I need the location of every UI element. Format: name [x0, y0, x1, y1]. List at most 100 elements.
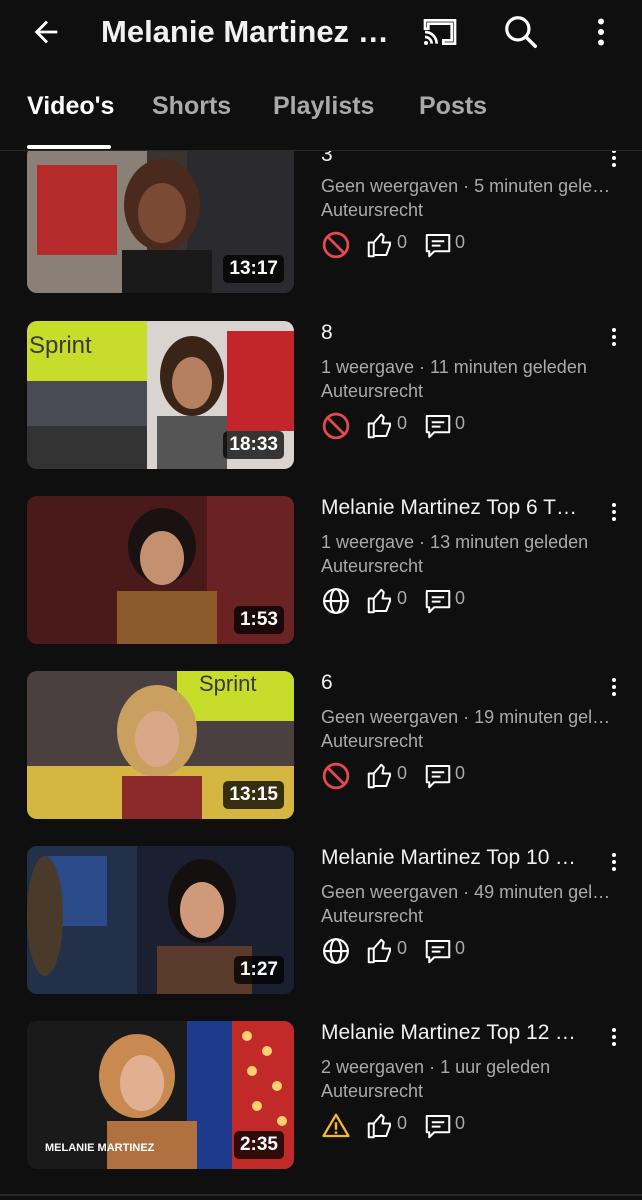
video-duration: 1:27 [233, 956, 284, 984]
more-vert-icon [612, 853, 616, 871]
video-thumbnail[interactable]: Sprint 18:33 [27, 321, 294, 469]
warning-icon [322, 1113, 350, 1138]
tab-posts[interactable]: Posts [419, 92, 487, 121]
more-vert-icon [612, 678, 616, 696]
video-stats: 0 0 [321, 936, 481, 966]
video-thumbnail[interactable]: 1:27 [27, 846, 294, 994]
video-stats: 0 0 [321, 1111, 481, 1141]
comment-count: 0 [455, 763, 466, 783]
comment-count: 0 [455, 413, 466, 433]
channel-tabs: Video's Shorts Playlists Posts [0, 64, 642, 151]
like-count: 0 [397, 232, 408, 252]
thumbs-up-icon [367, 232, 391, 258]
video-duration: 13:15 [223, 781, 284, 809]
video-row[interactable]: Sprint 13:15 6 Geen weergaven · 19 minut… [0, 671, 642, 821]
video-meta: Geen weergaven · 19 minuten geleden [321, 707, 617, 727]
video-row[interactable]: 1:27 Melanie Martinez Top 10 The Voice G… [0, 846, 642, 996]
svg-text:Sprint: Sprint [29, 332, 92, 359]
copyright-label: Auteursrecht [321, 556, 424, 576]
blocked-icon [322, 412, 350, 440]
search-button[interactable] [499, 10, 543, 54]
blocked-icon [322, 762, 350, 790]
video-more-button[interactable] [600, 495, 628, 529]
like-count: 0 [397, 413, 408, 433]
comment-icon [425, 1115, 451, 1139]
like-count: 0 [397, 938, 408, 958]
video-meta: 1 weergave · 11 minuten geleden [321, 357, 587, 377]
active-tab-indicator [27, 145, 111, 149]
comment-icon [425, 415, 451, 439]
video-more-button[interactable] [600, 1020, 628, 1054]
video-title[interactable]: Melanie Martinez Top 10 The Voice [321, 844, 583, 872]
video-row[interactable]: 13:17 3 Geen weergaven · 5 minuten geled… [0, 151, 642, 295]
comment-count: 0 [455, 1113, 466, 1133]
cast-icon [423, 19, 457, 45]
back-button[interactable] [26, 12, 66, 52]
video-list: 13:17 3 Geen weergaven · 5 minuten geled… [0, 151, 642, 1200]
video-meta: Geen weergaven · 5 minuten geleden [321, 176, 617, 196]
copyright-label: Auteursrecht [321, 731, 424, 751]
video-duration: 1:53 [233, 606, 284, 634]
video-more-button[interactable] [600, 670, 628, 704]
video-title[interactable]: 8 [321, 319, 583, 347]
copyright-label: Auteursrecht [321, 200, 424, 220]
video-meta: Geen weergaven · 49 minuten geleden [321, 882, 617, 902]
globe-icon [323, 938, 349, 964]
thumbs-up-icon [367, 938, 391, 964]
copyright-label: Auteursrecht [321, 381, 424, 401]
tab-shorts[interactable]: Shorts [152, 92, 231, 121]
video-stats: 0 0 [321, 230, 481, 260]
globe-icon [323, 588, 349, 614]
svg-text:Sprint: Sprint [199, 671, 256, 696]
comment-icon [425, 234, 451, 258]
more-vert-icon [612, 503, 616, 521]
thumbs-up-icon [367, 413, 391, 439]
arrow-left-icon [34, 20, 58, 44]
video-meta: 1 weergave · 13 minuten geleden [321, 532, 589, 552]
video-title[interactable]: Melanie Martinez Top 6 The Voice [321, 494, 583, 522]
video-more-button[interactable] [600, 845, 628, 879]
video-duration: 13:17 [223, 255, 284, 283]
more-vert-icon [612, 1028, 616, 1046]
video-duration: 18:33 [223, 431, 284, 459]
video-more-button[interactable] [600, 151, 628, 175]
video-title[interactable]: 6 [321, 669, 583, 697]
video-meta: 2 weergaven · 1 uur geleden [321, 1057, 551, 1077]
video-stats: 0 0 [321, 761, 481, 791]
video-thumbnail[interactable]: MELANIE MARTINEZ 2:35 [27, 1021, 294, 1169]
copyright-label: Auteursrecht [321, 1081, 424, 1101]
video-row[interactable]: 1:53 Melanie Martinez Top 6 The Voice 1 … [0, 496, 642, 646]
video-thumbnail[interactable]: Sprint 13:15 [27, 671, 294, 819]
video-row[interactable]: MELANIE MARTINEZ 2:35 Melanie Martinez T… [0, 1021, 642, 1171]
thumbs-up-icon [367, 763, 391, 789]
svg-text:MELANIE MARTINEZ: MELANIE MARTINEZ [45, 1142, 155, 1154]
channel-title: Melanie Martinez Music [101, 14, 391, 49]
tab-videos[interactable]: Video's [27, 92, 114, 121]
video-title[interactable]: 3 [321, 151, 583, 169]
like-count: 0 [397, 763, 408, 783]
video-row[interactable]: Sprint 18:33 8 1 weergave · 11 minuten g… [0, 321, 642, 471]
video-thumbnail[interactable]: 1:53 [27, 496, 294, 644]
search-icon [505, 16, 537, 48]
bottom-divider [0, 1194, 642, 1196]
comment-icon [425, 940, 451, 964]
video-title[interactable]: Melanie Martinez Top 12 The Voice [321, 1019, 583, 1047]
cast-button[interactable] [418, 10, 462, 54]
more-vert-icon [612, 328, 616, 346]
tab-playlists[interactable]: Playlists [273, 92, 374, 121]
video-more-button[interactable] [600, 320, 628, 354]
video-stats: 0 0 [321, 586, 481, 616]
comment-count: 0 [455, 588, 466, 608]
like-count: 0 [397, 588, 408, 608]
overflow-menu-button[interactable] [579, 10, 623, 54]
more-vert-icon [598, 18, 604, 46]
comment-icon [425, 765, 451, 789]
comment-icon [425, 590, 451, 614]
thumbs-up-icon [367, 1113, 391, 1139]
video-stats: 0 0 [321, 411, 481, 441]
video-thumbnail[interactable]: 13:17 [27, 151, 294, 293]
video-duration: 2:35 [233, 1131, 284, 1159]
comment-count: 0 [455, 232, 466, 252]
like-count: 0 [397, 1113, 408, 1133]
more-vert-icon [612, 151, 616, 167]
